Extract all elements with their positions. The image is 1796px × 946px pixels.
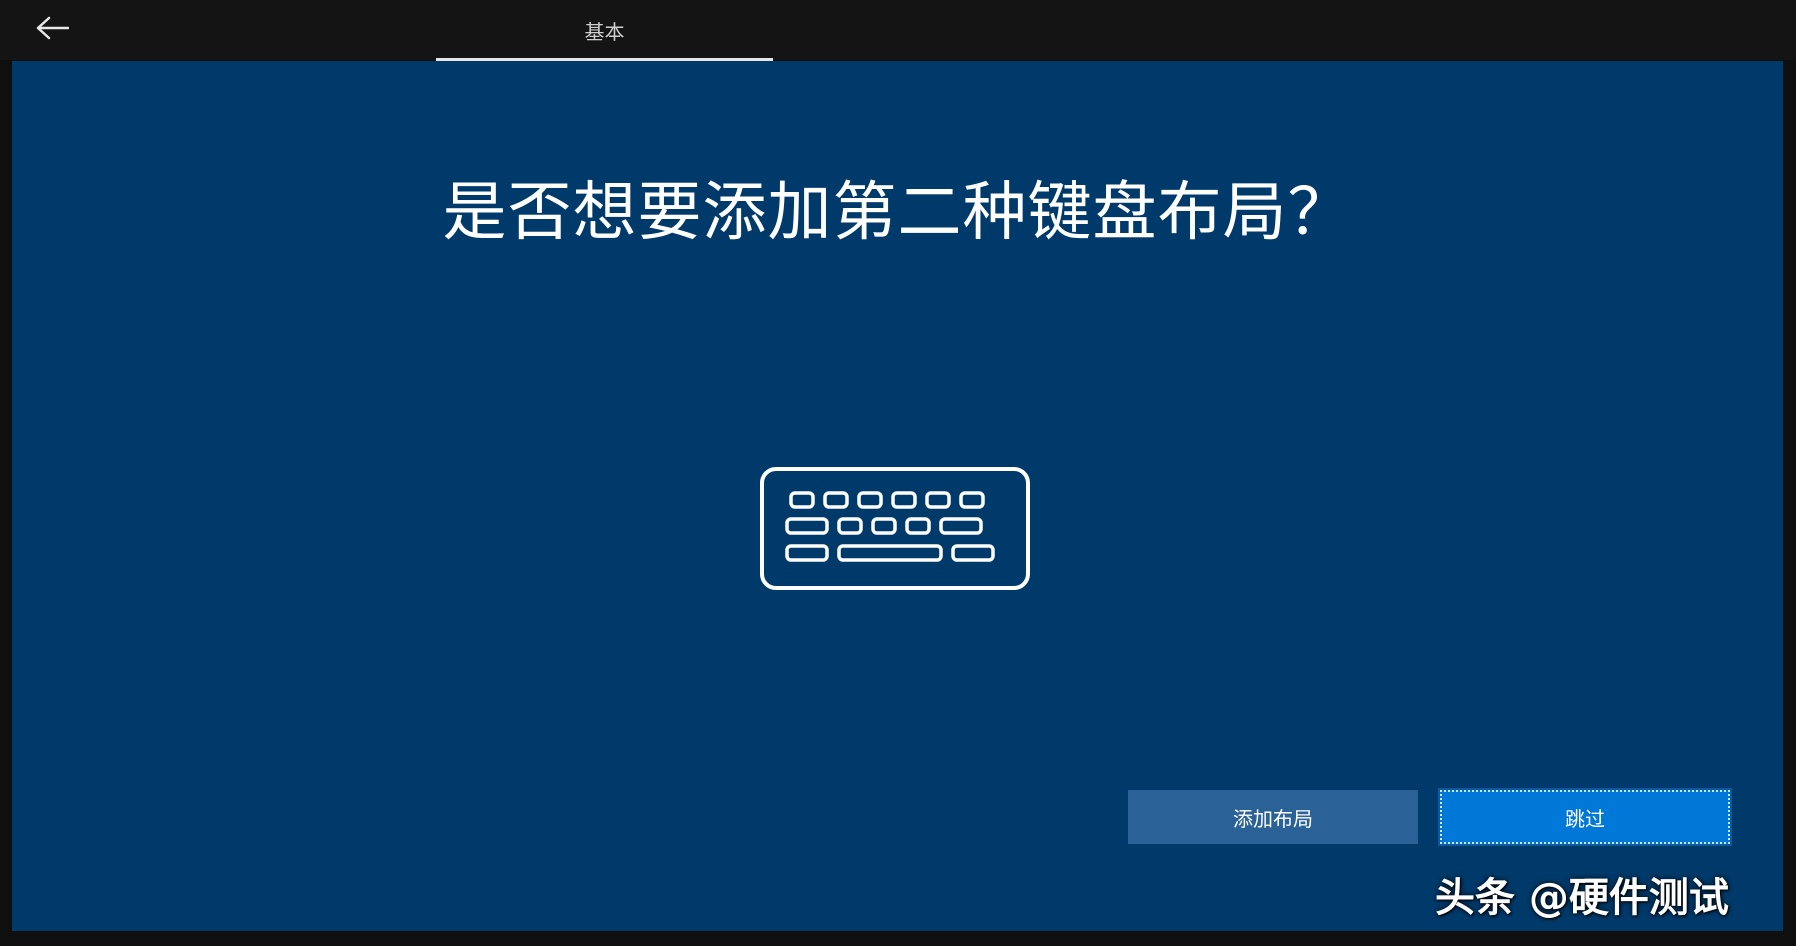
skip-button[interactable]: 跳过 — [1438, 788, 1732, 846]
page-title: 是否想要添加第二种键盘布局？ — [442, 176, 1353, 250]
back-button[interactable] — [30, 12, 74, 48]
setup-screen: 基本 是否想要添加第二种键盘布局？ 添加布局 跳过 头条 @硬件测试 — [0, 0, 1796, 946]
tab-basics[interactable]: 基本 — [436, 0, 773, 60]
arrow-left-icon — [35, 16, 70, 44]
watermark-text: 头条 @硬件测试 — [1435, 875, 1729, 921]
add-layout-button[interactable]: 添加布局 — [1128, 790, 1418, 844]
top-bar: 基本 — [0, 0, 1796, 61]
bottom-bar — [0, 931, 1796, 946]
keyboard-icon — [759, 466, 1031, 591]
